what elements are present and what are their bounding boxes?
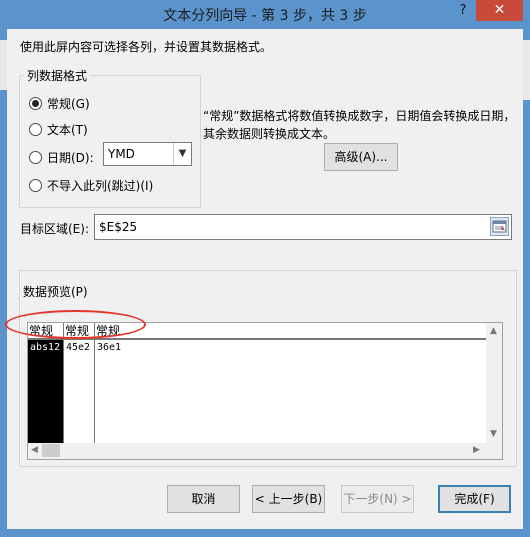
previous-button[interactable]: < 上一步(B): [252, 485, 325, 513]
help-button[interactable]: ?: [450, 0, 476, 21]
preview-column-header[interactable]: 常规: [64, 323, 95, 339]
preview-column-header[interactable]: 常规: [28, 323, 64, 339]
finish-button[interactable]: 完成(F): [438, 485, 511, 513]
destination-value: $E$25: [99, 220, 138, 234]
radio-text-indicator[interactable]: [29, 123, 42, 136]
intro-text: 使用此屏内容可选择各列，并设置其数据格式。: [20, 40, 273, 54]
radio-skip-label[interactable]: 不导入此列(跳过)(I): [47, 177, 153, 194]
background-window-edge: [0, 40, 7, 90]
radio-skip[interactable]: 不导入此列(跳过)(I): [29, 177, 153, 194]
radio-text[interactable]: 文本(T): [29, 121, 88, 138]
data-preview-legend: 数据预览(P): [23, 285, 88, 299]
background-window-edge: [523, 40, 530, 100]
radio-date-indicator[interactable]: [29, 151, 42, 164]
vertical-scrollbar[interactable]: ▲ ▼: [486, 323, 502, 443]
scroll-thumb[interactable]: [42, 444, 60, 457]
window-border-left: [0, 29, 7, 529]
preview-cell: 36e1: [97, 342, 122, 353]
preview-cell: 45e2: [66, 342, 91, 353]
preview-column[interactable]: [64, 340, 95, 443]
date-format-value: YMD: [108, 147, 135, 161]
preview-column-selected[interactable]: [28, 340, 64, 443]
radio-skip-indicator[interactable]: [29, 179, 42, 192]
cancel-button[interactable]: 取消: [167, 485, 240, 513]
preview-column[interactable]: [95, 340, 486, 443]
radio-general[interactable]: 常规(G): [29, 95, 90, 112]
collapse-dialog-icon: [492, 220, 507, 233]
preview-column-header[interactable]: 常规: [95, 323, 486, 339]
destination-label: 目标区域(E):: [20, 222, 89, 236]
scroll-up-icon[interactable]: ▲: [490, 326, 497, 336]
column-format-legend: 列数据格式: [24, 67, 91, 84]
window-border-bottom: [0, 529, 530, 537]
data-preview-box[interactable]: 常规 常规 常规 abs12 45e2 36e1 ▲ ▼ ◀ ▶: [27, 322, 503, 460]
radio-general-label[interactable]: 常规(G): [47, 95, 90, 112]
radio-date-label[interactable]: 日期(D):: [47, 149, 94, 166]
chevron-down-icon[interactable]: ▼: [173, 143, 191, 165]
scroll-left-icon[interactable]: ◀: [31, 445, 38, 455]
advanced-button[interactable]: 高级(A)...: [324, 143, 398, 171]
collapse-dialog-button[interactable]: [490, 217, 509, 236]
preview-cell: abs12: [30, 342, 61, 353]
close-button[interactable]: ✕: [476, 0, 523, 21]
dialog-body: 使用此屏内容可选择各列，并设置其数据格式。 列数据格式 常规(G) 文本(T) …: [7, 29, 523, 529]
radio-text-label[interactable]: 文本(T): [47, 121, 88, 138]
next-button[interactable]: 下一步(N) >: [341, 485, 414, 513]
horizontal-scrollbar[interactable]: ◀ ▶: [28, 443, 502, 459]
radio-date[interactable]: 日期(D):: [29, 149, 94, 166]
destination-input[interactable]: $E$25: [94, 214, 512, 240]
dialog-window: 文本分列向导 - 第 3 步，共 3 步 ? ✕ 使用此屏内容可选择各列，并设置…: [0, 0, 530, 537]
window-border-right: [523, 29, 530, 529]
scroll-down-icon[interactable]: ▼: [490, 429, 497, 439]
format-description: “常规”数据格式将数值转换成数字，日期值会转换成日期，其余数据则转换成文本。: [203, 109, 516, 141]
header-divider: [28, 339, 486, 340]
scroll-right-icon[interactable]: ▶: [473, 445, 480, 455]
radio-general-indicator[interactable]: [29, 97, 42, 110]
title-bar[interactable]: 文本分列向导 - 第 3 步，共 3 步 ? ✕: [0, 0, 530, 29]
date-format-select[interactable]: YMD ▼: [103, 142, 192, 166]
